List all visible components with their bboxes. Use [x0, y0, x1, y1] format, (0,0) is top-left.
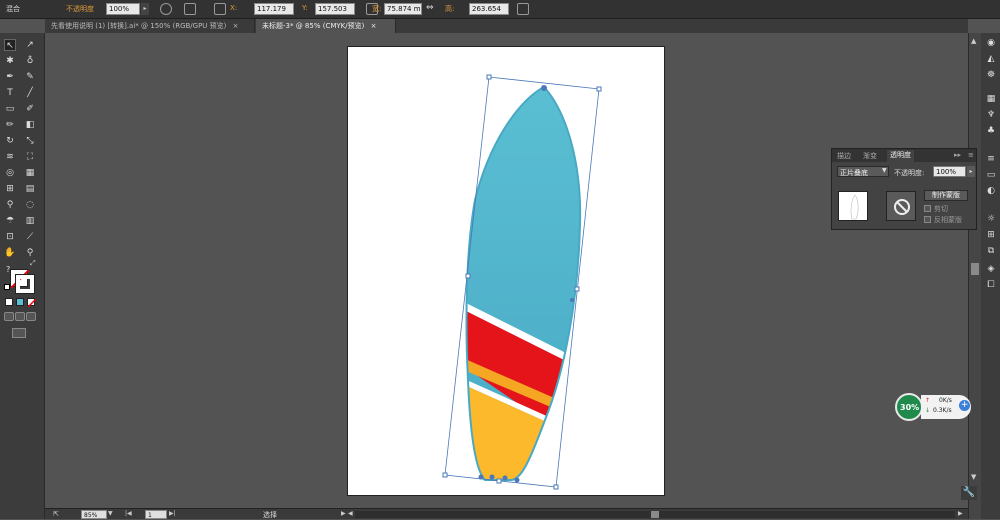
invert-mask-checkbox[interactable] [924, 216, 931, 223]
handle-right-middle[interactable] [574, 286, 580, 292]
handle-bottom-right[interactable] [553, 484, 559, 490]
symbols-icon[interactable]: ♣ [985, 125, 997, 137]
scroll-thumb[interactable] [651, 511, 659, 518]
graphic-styles-icon[interactable]: ◭ [985, 53, 997, 65]
object-thumbnail[interactable] [838, 191, 868, 221]
handle-top-left[interactable] [486, 74, 492, 80]
panel-dock: ◉ ◭ ☸ ▦ ♆ ♣ ≡ ▭ ◐ ☼ ⊞ ⧉ ◈ ⧠ [981, 33, 1000, 519]
download-speed: 0.3K/s [933, 407, 952, 414]
percent-text: 30% [900, 403, 920, 412]
handle-top-right[interactable] [596, 86, 602, 92]
artboards-icon[interactable]: ⧠ [985, 279, 997, 291]
network-speed-widget[interactable]: 30% ↑ 0K/s ↓ 0.3K/s + [895, 393, 975, 421]
anchor-point[interactable] [502, 475, 508, 481]
invert-mask-label: 反相蒙版 [934, 216, 962, 224]
pathfinder-icon[interactable]: ⧉ [985, 245, 997, 257]
percent-badge: 30% [895, 393, 923, 421]
tab-transparency[interactable]: 透明度 [887, 150, 914, 162]
tab-gradient[interactable]: 渐变 [863, 151, 877, 161]
handle-bottom-left[interactable] [442, 472, 448, 478]
stroke-icon[interactable]: ≡ [985, 153, 997, 165]
swatches-icon[interactable]: ▦ [985, 93, 997, 105]
status-bar: ⇱ 85% ▼ |◀ 1 ▶| 选择 ▶ ◀ ▶ [45, 508, 968, 519]
scroll-down-icon[interactable]: ▼ [971, 473, 976, 481]
anchor-point[interactable] [514, 477, 520, 483]
transparency-icon[interactable]: ◐ [985, 185, 997, 197]
anchor-point[interactable] [570, 298, 574, 302]
clip-label: 剪切 [934, 205, 948, 213]
zoom-field[interactable]: 85% [81, 510, 107, 519]
opacity-label: 不透明度: [894, 169, 925, 177]
make-mask-button[interactable]: 制作蒙版 [924, 190, 968, 201]
brushes-icon[interactable]: ♆ [985, 109, 997, 121]
surfboard-thumbnail-icon [850, 194, 859, 220]
transform-icon[interactable]: ⊞ [985, 229, 997, 241]
upload-speed: 0K/s [939, 397, 952, 404]
panel-collapse-icon[interactable]: ▸▸ [954, 151, 961, 159]
export-icon[interactable]: ⇱ [53, 510, 59, 518]
scroll-up-icon[interactable]: ▲ [971, 37, 976, 45]
last-page-icon[interactable]: ▶| [169, 510, 176, 517]
layers-icon[interactable]: ◈ [985, 263, 997, 275]
horizontal-scrollbar[interactable] [355, 511, 955, 518]
align-icon[interactable]: ☼ [985, 213, 997, 225]
chevron-down-icon[interactable]: ▼ [882, 167, 887, 174]
page-field[interactable]: 1 [145, 510, 167, 519]
scroll-left-icon[interactable]: ◀ [348, 510, 353, 517]
opacity-arrow-icon[interactable]: ▸ [967, 166, 975, 177]
opacity-field[interactable]: 100% [933, 166, 966, 177]
gradient-icon[interactable]: ▭ [985, 169, 997, 181]
clip-checkbox[interactable] [924, 205, 931, 212]
wrench-icon[interactable]: 🔧 [961, 486, 977, 500]
color-guide-icon[interactable]: ☸ [985, 69, 997, 81]
tab-stroke[interactable]: 描边 [837, 151, 851, 161]
vertical-scrollbar[interactable]: ▲ ▼ [968, 33, 981, 519]
artwork-layer [442, 74, 602, 490]
speed-box: ↑ 0K/s ↓ 0.3K/s + [921, 395, 971, 419]
scroll-thumb[interactable] [971, 263, 979, 275]
scroll-right-icon[interactable]: ▶ [958, 510, 963, 517]
upload-icon: ↑ [925, 397, 931, 404]
panel-menu-icon[interactable]: ≡ [968, 151, 974, 159]
zoom-dropdown-icon[interactable]: ▼ [108, 510, 113, 517]
status-menu-icon[interactable]: ▶ [341, 510, 346, 517]
download-icon: ↓ [925, 407, 931, 414]
anchor-point[interactable] [489, 474, 495, 480]
mask-thumbnail[interactable] [886, 191, 916, 221]
handle-left-middle[interactable] [465, 273, 471, 279]
transparency-panel: 描边 渐变 透明度 ▸▸ ≡ 正片叠底 ▼ 不透明度: 100% ▸ 制作蒙版 … [831, 148, 977, 230]
panel-tabs: 描边 渐变 透明度 ▸▸ ≡ [832, 149, 976, 162]
anchor-point[interactable] [541, 85, 547, 91]
plus-icon[interactable]: + [959, 400, 970, 411]
first-page-icon[interactable]: |◀ [125, 510, 132, 517]
no-mask-icon [894, 199, 910, 215]
anchor-point[interactable] [478, 474, 484, 480]
appearance-icon[interactable]: ◉ [985, 37, 997, 49]
handle-bottom-middle[interactable] [496, 478, 502, 484]
